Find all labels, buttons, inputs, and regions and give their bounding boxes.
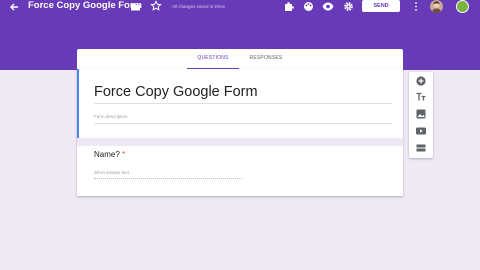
folder-icon[interactable] bbox=[130, 1, 141, 12]
required-marker: * bbox=[122, 150, 126, 159]
form-editor-card: Force Copy Google Form Form description … bbox=[77, 69, 403, 196]
preview-eye-icon[interactable] bbox=[322, 2, 334, 11]
header-toolbar: Force Copy Google Form All changes saved… bbox=[0, 0, 480, 14]
add-video-icon[interactable] bbox=[415, 125, 427, 137]
settings-gear-icon[interactable] bbox=[343, 1, 354, 12]
short-answer-field: Short answer text bbox=[94, 168, 242, 179]
help-avatar[interactable] bbox=[456, 0, 469, 13]
tab-questions[interactable]: QUESTIONS bbox=[187, 49, 239, 69]
question-label: Name? bbox=[94, 150, 120, 159]
form-document-title[interactable]: Force Copy Google Form bbox=[28, 0, 142, 14]
active-section-accent bbox=[77, 69, 79, 138]
more-vert-icon[interactable] bbox=[413, 1, 419, 12]
save-status: All changes saved in Drive bbox=[172, 4, 226, 9]
add-image-icon[interactable] bbox=[415, 108, 427, 120]
addon-icon[interactable] bbox=[283, 1, 294, 12]
back-arrow-icon[interactable] bbox=[8, 1, 20, 13]
tabs-bar: QUESTIONS RESPONSES bbox=[77, 49, 403, 69]
question-title[interactable]: Name? * bbox=[94, 149, 125, 161]
add-title-icon[interactable] bbox=[415, 91, 427, 103]
avatar-image bbox=[432, 1, 441, 13]
palette-icon[interactable] bbox=[303, 1, 314, 12]
title-underline bbox=[94, 103, 392, 104]
tab-responses[interactable]: RESPONSES bbox=[240, 49, 292, 69]
form-title[interactable]: Force Copy Google Form bbox=[94, 82, 258, 102]
add-section-icon[interactable] bbox=[415, 142, 427, 154]
add-question-icon[interactable] bbox=[415, 75, 427, 87]
card-separator bbox=[77, 138, 403, 146]
avatar[interactable] bbox=[430, 0, 443, 13]
question-toolbar bbox=[409, 72, 433, 158]
form-description-field[interactable]: Form description bbox=[94, 112, 392, 124]
send-button[interactable]: SEND bbox=[362, 0, 400, 12]
star-icon[interactable] bbox=[150, 0, 162, 12]
